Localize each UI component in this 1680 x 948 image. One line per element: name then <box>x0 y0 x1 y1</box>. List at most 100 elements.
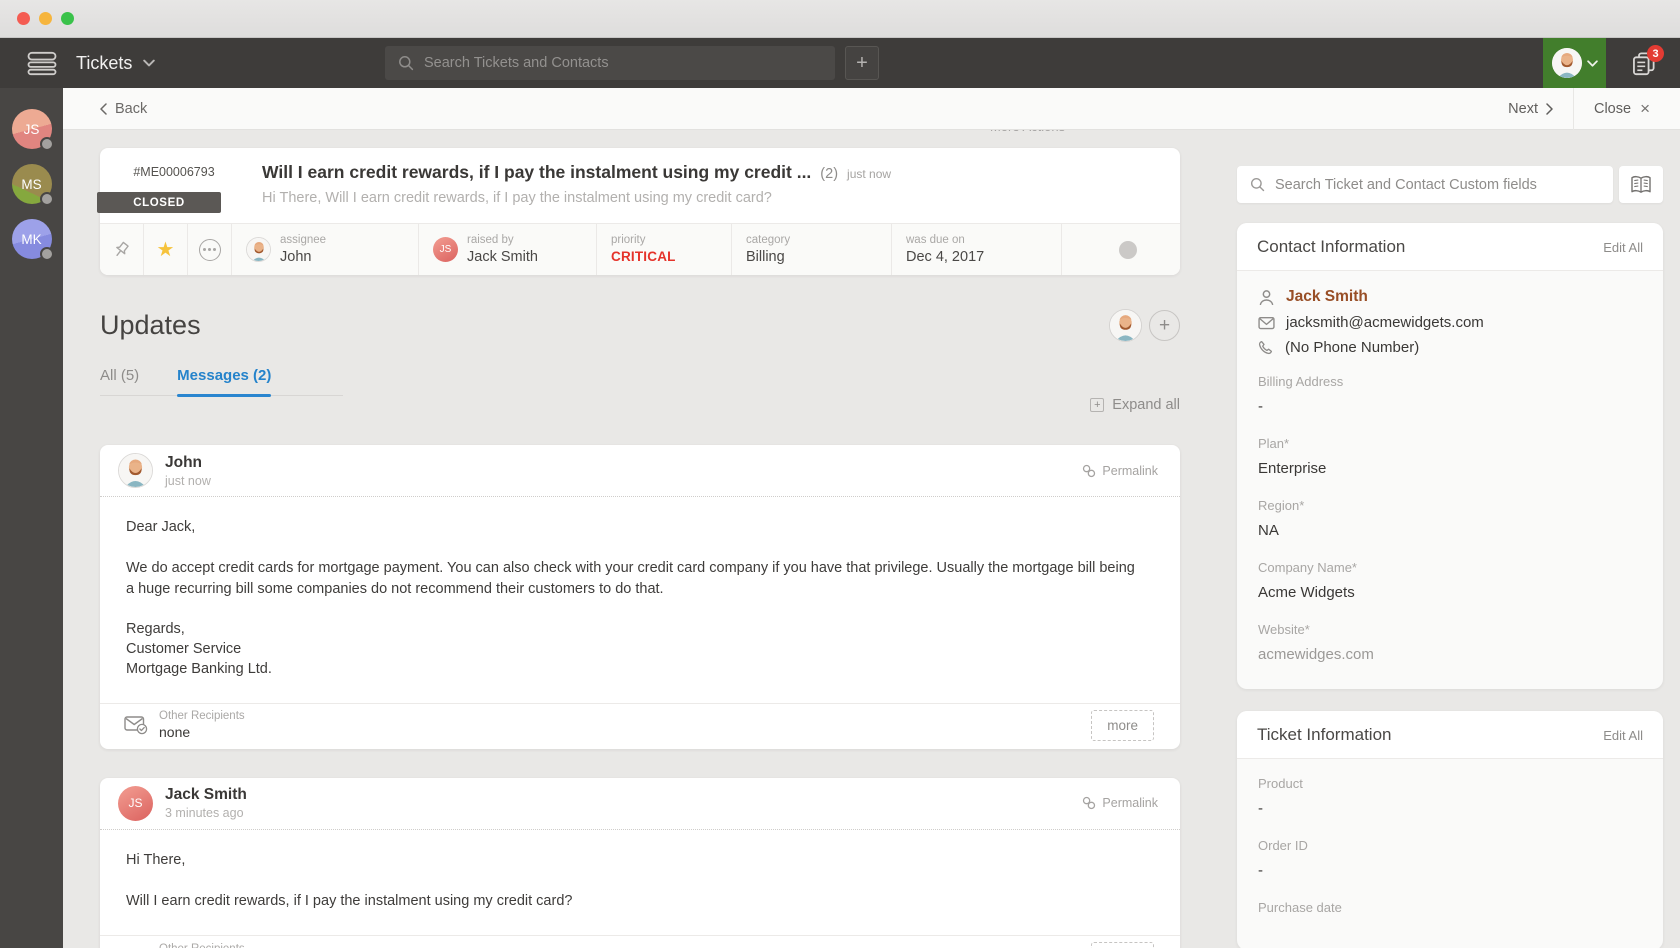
message-footer: Other Recipients none more <box>100 935 1180 948</box>
edit-all-button[interactable]: Edit All <box>1603 240 1643 255</box>
field-product[interactable]: Product - <box>1258 776 1643 817</box>
field-order-id[interactable]: Order ID - <box>1258 838 1643 879</box>
custom-fields-search[interactable] <box>1237 166 1613 203</box>
agent-avatar-js[interactable]: JS <box>11 109 54 151</box>
notifications-button[interactable]: 3 <box>1606 38 1680 88</box>
more-button[interactable]: more <box>1091 942 1154 948</box>
back-button[interactable]: Back <box>100 101 147 117</box>
more-button[interactable]: more <box>1091 709 1154 741</box>
close-x-icon: × <box>1640 98 1650 118</box>
category-field[interactable]: category Billing <box>732 224 892 275</box>
message-time: just now <box>165 473 211 488</box>
pin-button[interactable] <box>100 224 144 275</box>
star-icon: ★ <box>156 238 175 261</box>
message-card-john: John just now Permalink Dear Jack, We do… <box>100 445 1180 749</box>
more-options-button[interactable] <box>188 224 232 275</box>
message-line: Mortgage Banking Ltd. <box>126 660 272 677</box>
reply-author-avatar[interactable] <box>1109 309 1142 342</box>
field-value[interactable]: acmewidges.com <box>1258 646 1643 663</box>
field-label: Plan* <box>1258 436 1290 451</box>
permalink-button[interactable]: Permalink <box>1082 796 1158 810</box>
ticket-information-heading: Ticket Information <box>1257 725 1392 744</box>
field-region[interactable]: Region* NA <box>1258 498 1643 539</box>
contact-phone-row[interactable]: (No Phone Number) <box>1258 339 1643 356</box>
field-plan[interactable]: Plan* Enterprise <box>1258 436 1643 477</box>
next-ticket-button[interactable]: Next <box>1508 101 1553 117</box>
field-label: Product <box>1258 776 1303 791</box>
contact-name[interactable]: Jack Smith <box>1286 288 1368 306</box>
module-switcher-label: Tickets <box>76 52 133 73</box>
message-line: Regards, <box>126 620 185 637</box>
permalink-button[interactable]: Permalink <box>1082 464 1158 478</box>
expand-plus-icon: + <box>1090 398 1105 412</box>
ellipsis-icon <box>198 238 221 261</box>
expand-all-button[interactable]: + Expand all <box>1090 397 1180 413</box>
follow-button[interactable]: ★ <box>144 224 188 275</box>
edit-all-button[interactable]: Edit All <box>1603 728 1643 743</box>
ticket-information-card: Ticket Information Edit All Product - Or… <box>1237 711 1663 948</box>
book-icon <box>1630 175 1652 195</box>
contact-information-heading: Contact Information <box>1257 237 1406 256</box>
priority-field[interactable]: priority CRITICAL <box>597 224 732 275</box>
field-label: Region* <box>1258 498 1305 513</box>
permalink-label: Permalink <box>1102 463 1158 478</box>
avatar-initials: MK <box>21 231 42 247</box>
rating-circle-icon[interactable] <box>1118 240 1137 259</box>
due-date-field[interactable]: was due on Dec 4, 2017 <box>892 224 1062 275</box>
message-body: Hi There, Will I earn credit rewards, if… <box>100 830 1180 936</box>
chevron-down-icon <box>1587 60 1598 67</box>
detail-panel: Contact Information Edit All Jack Smith … <box>1235 130 1680 948</box>
message-header: John just now Permalink <box>100 445 1180 497</box>
link-icon <box>1082 464 1096 478</box>
toolbar-divider <box>1572 87 1574 130</box>
ticket-toolbar: Back Next Close × <box>63 87 1680 130</box>
tab-messages[interactable]: Messages (2) <box>177 367 272 397</box>
close-ticket-button[interactable]: Close × <box>1594 99 1650 119</box>
global-search-input[interactable] <box>424 55 822 71</box>
chevron-right-icon <box>1546 103 1553 115</box>
raised-by-field[interactable]: JS raised by Jack Smith <box>419 224 597 275</box>
status-dot <box>39 137 54 151</box>
workspace: JS MS MK Back Next Close × #ME00006793 C… <box>0 87 1680 948</box>
field-layout-button[interactable] <box>1619 166 1663 203</box>
agent-avatar-mk[interactable]: MK <box>11 219 54 261</box>
message-body: Dear Jack, We do accept credit cards for… <box>100 497 1180 703</box>
contact-email[interactable]: jacksmith@acmewidgets.com <box>1286 314 1484 331</box>
tab-all[interactable]: All (5) <box>100 367 139 395</box>
agent-status-menu[interactable] <box>1543 38 1606 88</box>
permalink-label: Permalink <box>1102 796 1158 811</box>
ticket-properties-row: ★ assignee John JS raised by Jack Smith … <box>100 223 1180 275</box>
priority-value: CRITICAL <box>611 248 676 264</box>
contact-email-row[interactable]: jacksmith@acmewidgets.com <box>1258 314 1643 331</box>
add-update-button[interactable]: + <box>1149 310 1180 341</box>
window-zoom-button[interactable] <box>61 12 74 25</box>
field-label: Website* <box>1258 622 1310 637</box>
assignee-field[interactable]: assignee John <box>232 224 419 275</box>
contact-name-row[interactable]: Jack Smith <box>1258 288 1643 306</box>
assignee-label: assignee <box>280 233 327 246</box>
module-switcher[interactable]: Tickets <box>76 53 155 74</box>
mail-icon <box>1258 316 1275 330</box>
ticket-title[interactable]: Will I earn credit rewards, if I pay the… <box>262 162 811 183</box>
category-label: category <box>746 233 791 246</box>
ticket-title-block: Will I earn credit rewards, if I pay the… <box>248 162 891 210</box>
global-search[interactable] <box>385 46 835 80</box>
plus-icon: + <box>856 52 868 74</box>
window-close-button[interactable] <box>17 12 30 25</box>
ticket-queue-icon[interactable] <box>27 50 57 77</box>
ticket-summary-card: #ME00006793 CLOSED Will I earn credit re… <box>97 148 1180 275</box>
field-purchase-date[interactable]: Purchase date <box>1258 900 1643 915</box>
author-avatar <box>118 453 153 488</box>
custom-fields-search-input[interactable] <box>1275 176 1600 193</box>
add-ticket-button[interactable]: + <box>845 46 879 80</box>
message-line: We do accept credit cards for mortgage p… <box>126 560 1135 597</box>
field-website[interactable]: Website* acmewidges.com <box>1258 622 1643 663</box>
more-actions-clipped: More Actions <box>990 130 1065 136</box>
agent-avatar-ms[interactable]: MS <box>11 164 54 206</box>
field-value: Acme Widgets <box>1258 584 1355 601</box>
topbar-right: 3 <box>1543 38 1680 88</box>
window-minimize-button[interactable] <box>39 12 52 25</box>
field-company-name[interactable]: Company Name* Acme Widgets <box>1258 560 1643 601</box>
status-badge: CLOSED <box>97 192 221 213</box>
field-billing-address[interactable]: Billing Address - <box>1258 374 1643 415</box>
